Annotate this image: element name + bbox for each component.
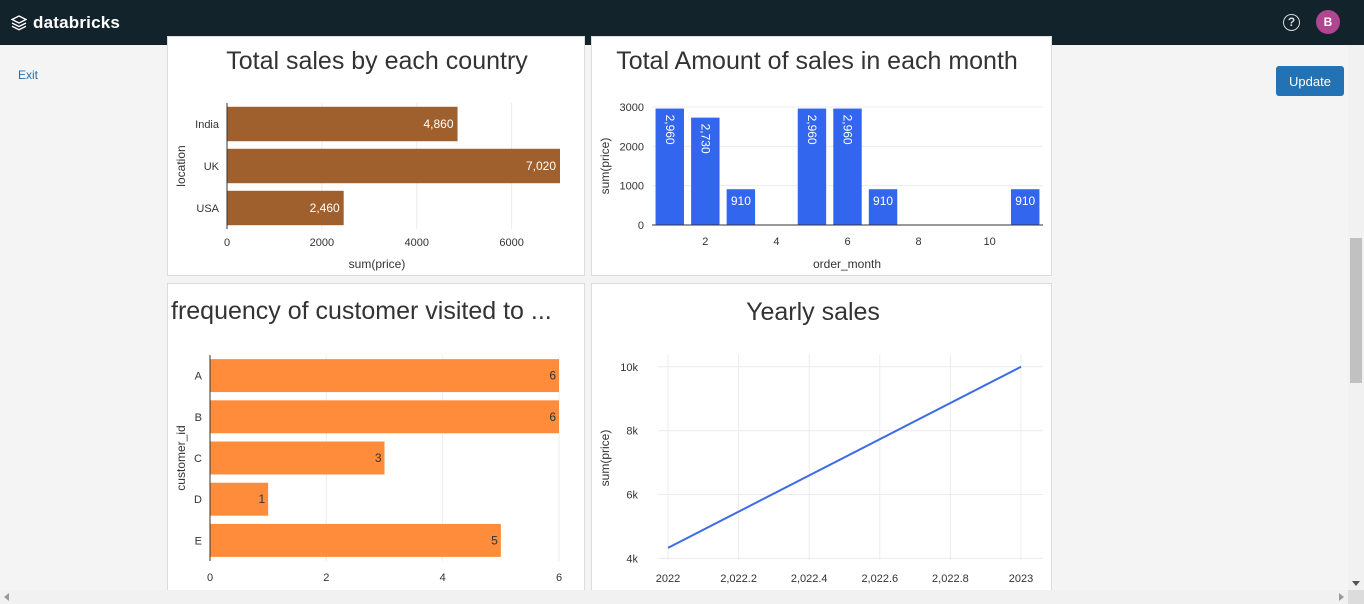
bar <box>227 148 560 184</box>
x-tick-label: 2 <box>323 572 329 584</box>
x-tick-label: 4 <box>773 236 779 248</box>
x-tick-label: 2,022.2 <box>720 573 757 585</box>
x-axis-label: order_month <box>813 257 881 271</box>
bar-data-label: 2,460 <box>310 201 340 215</box>
chart-panel-customer-frequency: frequency of customer visited to ... 0 2 4 6… <box>167 283 585 603</box>
update-button[interactable]: Update <box>1276 66 1344 96</box>
x-tick-label: 2023 <box>1009 573 1033 585</box>
y-tick-label: B <box>195 412 202 424</box>
x-tick-label: 6 <box>844 236 850 248</box>
y-tick-label: India <box>195 119 220 131</box>
y-axis-label: location <box>174 145 188 186</box>
scroll-left-arrow-icon[interactable] <box>4 593 9 601</box>
chart-title: frequency of customer visited to ... <box>171 297 552 325</box>
vertical-scrollbar[interactable] <box>1348 45 1364 590</box>
y-tick-label: 2000 <box>620 141 644 153</box>
bar-data-label: 6 <box>549 410 556 424</box>
bar <box>210 400 559 434</box>
chart-panel-country-sales: Total sales by each country 0 2000 4000 6000… <box>167 36 585 276</box>
chart-title: Total sales by each country <box>226 47 528 75</box>
bar <box>210 441 385 475</box>
bar-data-label: 5 <box>491 533 498 547</box>
chart-title: Total Amount of sales in each month <box>616 47 1018 75</box>
bar-data-label: 910 <box>873 194 893 208</box>
horizontal-scrollbar[interactable] <box>0 590 1348 604</box>
exit-link[interactable]: Exit <box>18 68 38 82</box>
x-axis-label: sum(price) <box>349 257 406 271</box>
series-line <box>667 365 1022 549</box>
y-tick-label: 3000 <box>620 102 644 114</box>
x-tick-label: 6000 <box>499 237 523 249</box>
x-tick-label: 2022 <box>656 573 680 585</box>
x-tick-label: 10 <box>984 236 996 248</box>
bar-data-label: 2,960 <box>805 115 819 145</box>
bar-data-label: 4,860 <box>424 117 454 131</box>
scrollbar-thumb[interactable] <box>1350 238 1362 383</box>
bar <box>210 523 501 557</box>
scrollbar-corner <box>1348 590 1364 604</box>
bar-data-label: 910 <box>731 194 751 208</box>
avatar[interactable]: B <box>1316 10 1340 34</box>
bar-data-label: 2,960 <box>663 115 677 145</box>
bar-data-label: 3 <box>375 451 382 465</box>
scroll-right-arrow-icon[interactable] <box>1339 593 1344 601</box>
y-tick-label: 10k <box>620 362 638 374</box>
brand-name: databricks <box>33 12 121 32</box>
chart-svg: Total Amount of sales in each month 0 1000… <box>598 47 1043 271</box>
x-tick-label: 0 <box>207 572 213 584</box>
chart-svg: Yearly sales 4k 6k 8k 10k 2022 2,022.2 2,022.4 2… <box>598 298 1043 585</box>
chart-svg: frequency of customer visited to ... 0 2 4 6… <box>171 297 562 584</box>
bar-data-label: 2,960 <box>841 115 855 145</box>
question-circle-icon[interactable]: ? <box>1283 13 1300 31</box>
y-tick-label: A <box>195 371 203 383</box>
y-tick-label: 8k <box>626 426 638 438</box>
y-tick-label: 6k <box>626 490 638 502</box>
bar-data-label: 7,020 <box>526 159 556 173</box>
y-tick-label: D <box>194 494 202 506</box>
x-tick-label: 2000 <box>310 237 334 249</box>
y-tick-label: C <box>194 453 202 465</box>
x-tick-label: 0 <box>224 237 230 249</box>
bar-data-label: 910 <box>1015 194 1035 208</box>
y-tick-label: 0 <box>638 220 644 232</box>
x-tick-label: 4000 <box>405 237 429 249</box>
x-tick-label: 6 <box>556 572 562 584</box>
y-axis-label: sum(price) <box>598 138 612 195</box>
bar-data-label: 2,730 <box>698 124 712 154</box>
x-tick-label: 2,022.6 <box>861 573 898 585</box>
y-tick-label: E <box>195 535 202 547</box>
y-tick-label: 1000 <box>620 181 644 193</box>
x-tick-label: 4 <box>440 572 446 584</box>
chart-panel-monthly-sales: Total Amount of sales in each month 0 1000… <box>591 36 1052 276</box>
chart-panel-yearly-sales: Yearly sales 4k 6k 8k 10k 2022 2,022.2 2,022.4 2… <box>591 283 1052 603</box>
chart-svg: Total sales by each country 0 2000 4000 6000… <box>174 47 560 271</box>
x-tick-label: 8 <box>916 236 922 248</box>
scroll-down-arrow-icon[interactable] <box>1352 581 1360 586</box>
x-tick-label: 2,022.8 <box>932 573 969 585</box>
bar-data-label: 6 <box>549 369 556 383</box>
bar-data-label: 1 <box>258 492 265 506</box>
y-tick-label: 4k <box>626 553 638 565</box>
chart-title: Yearly sales <box>746 298 880 326</box>
bar <box>210 359 559 393</box>
databricks-logo[interactable]: databricks <box>11 13 120 33</box>
y-axis-label: customer_id <box>174 425 188 490</box>
y-tick-label: UK <box>204 161 220 173</box>
databricks-logo-icon <box>11 14 27 30</box>
x-tick-label: 2,022.4 <box>791 573 828 585</box>
x-tick-label: 2 <box>702 236 708 248</box>
y-axis-label: sum(price) <box>598 430 612 487</box>
y-tick-label: USA <box>196 203 219 215</box>
